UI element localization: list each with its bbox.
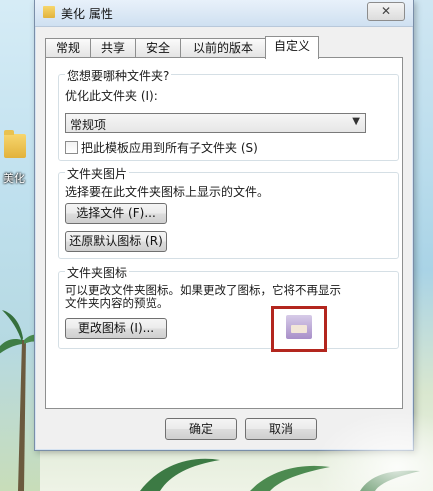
- title-bar[interactable]: 美化 属性 ✕: [35, 0, 413, 27]
- group-folder-icon: 文件夹图标 可以更改文件夹图标。如果更改了图标，它将不再显示 文件夹内容的预览。…: [58, 264, 399, 352]
- tab-sharing[interactable]: 共享: [90, 38, 136, 57]
- folder-picture-description: 选择要在此文件夹图标上显示的文件。: [65, 185, 270, 199]
- apply-subfolders-checkbox[interactable]: [65, 141, 78, 154]
- optimize-label: 优化此文件夹 (I):: [65, 89, 158, 103]
- tab-general[interactable]: 常规: [45, 38, 91, 57]
- window-title: 美化 属性: [61, 7, 113, 21]
- folder-preview-icon: [286, 315, 312, 339]
- group-folder-picture-legend: 文件夹图片: [65, 165, 130, 182]
- optimize-dropdown-value: 常规项: [70, 118, 107, 132]
- group-folder-type-legend: 您想要哪种文件夹?: [65, 67, 172, 84]
- apply-subfolders-label[interactable]: 把此模板应用到所有子文件夹 (S): [81, 139, 258, 156]
- change-icon-button[interactable]: 更改图标 (I)...: [65, 318, 167, 339]
- group-folder-type: 您想要哪种文件夹? 优化此文件夹 (I): 常规项 ▼ 把此模板应用到所有子文件…: [58, 67, 399, 161]
- tab-panel-customize: 您想要哪种文件夹? 优化此文件夹 (I): 常规项 ▼ 把此模板应用到所有子文件…: [45, 57, 403, 409]
- folder-icon: [43, 6, 55, 18]
- folder-icon-preview: [271, 306, 327, 352]
- tab-customize[interactable]: 自定义: [265, 36, 319, 59]
- optimize-dropdown[interactable]: 常规项 ▼: [65, 113, 366, 133]
- desktop-folder-icon[interactable]: [4, 130, 26, 158]
- restore-default-button[interactable]: 还原默认图标 (R): [65, 231, 167, 252]
- tab-security[interactable]: 安全: [135, 38, 181, 57]
- tab-previous-versions[interactable]: 以前的版本: [180, 38, 266, 57]
- chevron-down-icon: ▼: [352, 116, 360, 127]
- folder-icon-description-line2: 文件夹内容的预览。: [65, 296, 169, 310]
- watermark-glow: [313, 411, 433, 491]
- close-button[interactable]: ✕: [367, 2, 405, 21]
- properties-dialog: 美化 属性 ✕ 常规 共享 安全 以前的版本 自定义 您想要哪种文件夹? 优化此…: [34, 0, 414, 451]
- desktop-folder-label[interactable]: 美化: [3, 170, 25, 186]
- group-folder-icon-legend: 文件夹图标: [65, 264, 130, 281]
- group-folder-picture: 文件夹图片 选择要在此文件夹图标上显示的文件。 选择文件 (F)... 还原默认…: [58, 165, 399, 259]
- cancel-button[interactable]: 取消: [245, 418, 317, 440]
- choose-file-button[interactable]: 选择文件 (F)...: [65, 203, 167, 224]
- ok-button[interactable]: 确定: [165, 418, 237, 440]
